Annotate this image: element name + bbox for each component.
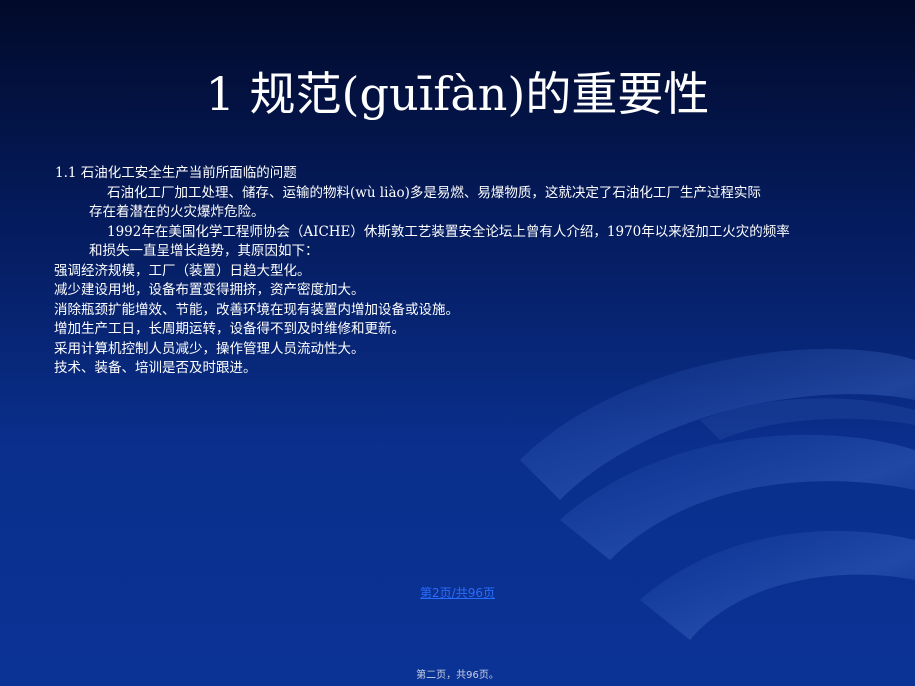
slide-body: 1.1 石油化工安全生产当前所面临的问题 石油化工厂加工处理、储存、运输的物料(… <box>54 164 885 379</box>
paragraph-1-line-1: 石油化工厂加工处理、储存、运输的物料(wù liào)多是易燃、易爆物质，这就决… <box>107 184 761 201</box>
slide-title: 1 规范(guīfàn)的重要性 <box>205 67 710 121</box>
section-heading: 1.1 石油化工安全生产当前所面临的问题 <box>55 165 297 181</box>
reason-item: 强调经济规模，工厂（装置）日趋大型化。 <box>54 262 311 279</box>
reason-item: 技术、装备、培训是否及时跟进。 <box>54 360 257 376</box>
page-footer: 第二页，共96页。 <box>416 670 499 681</box>
reason-item: 消除瓶颈扩能增效、节能，改善环境在现有装置内增加设备或设施。 <box>54 301 459 318</box>
paragraph-2-line-1: 1992年在美国化学工程师协会（AICHE）休斯敦工艺装置安全论坛上曾有人介绍，… <box>107 223 790 240</box>
reason-item: 采用计算机控制人员减少，操作管理人员流动性大。 <box>54 340 365 357</box>
page-number-link[interactable]: 第2页/共96页 <box>0 584 915 601</box>
paragraph-1-line-2: 存在着潜在的火灾爆炸危险。 <box>89 204 265 220</box>
reason-item: 增加生产工日，长周期运转，设备得不到及时维修和更新。 <box>54 321 405 337</box>
paragraph-2-line-2: 和损失一直呈增长趋势，其原因如下： <box>89 243 319 259</box>
reason-item: 减少建设用地，设备布置变得拥挤，资产密度加大。 <box>54 282 365 298</box>
